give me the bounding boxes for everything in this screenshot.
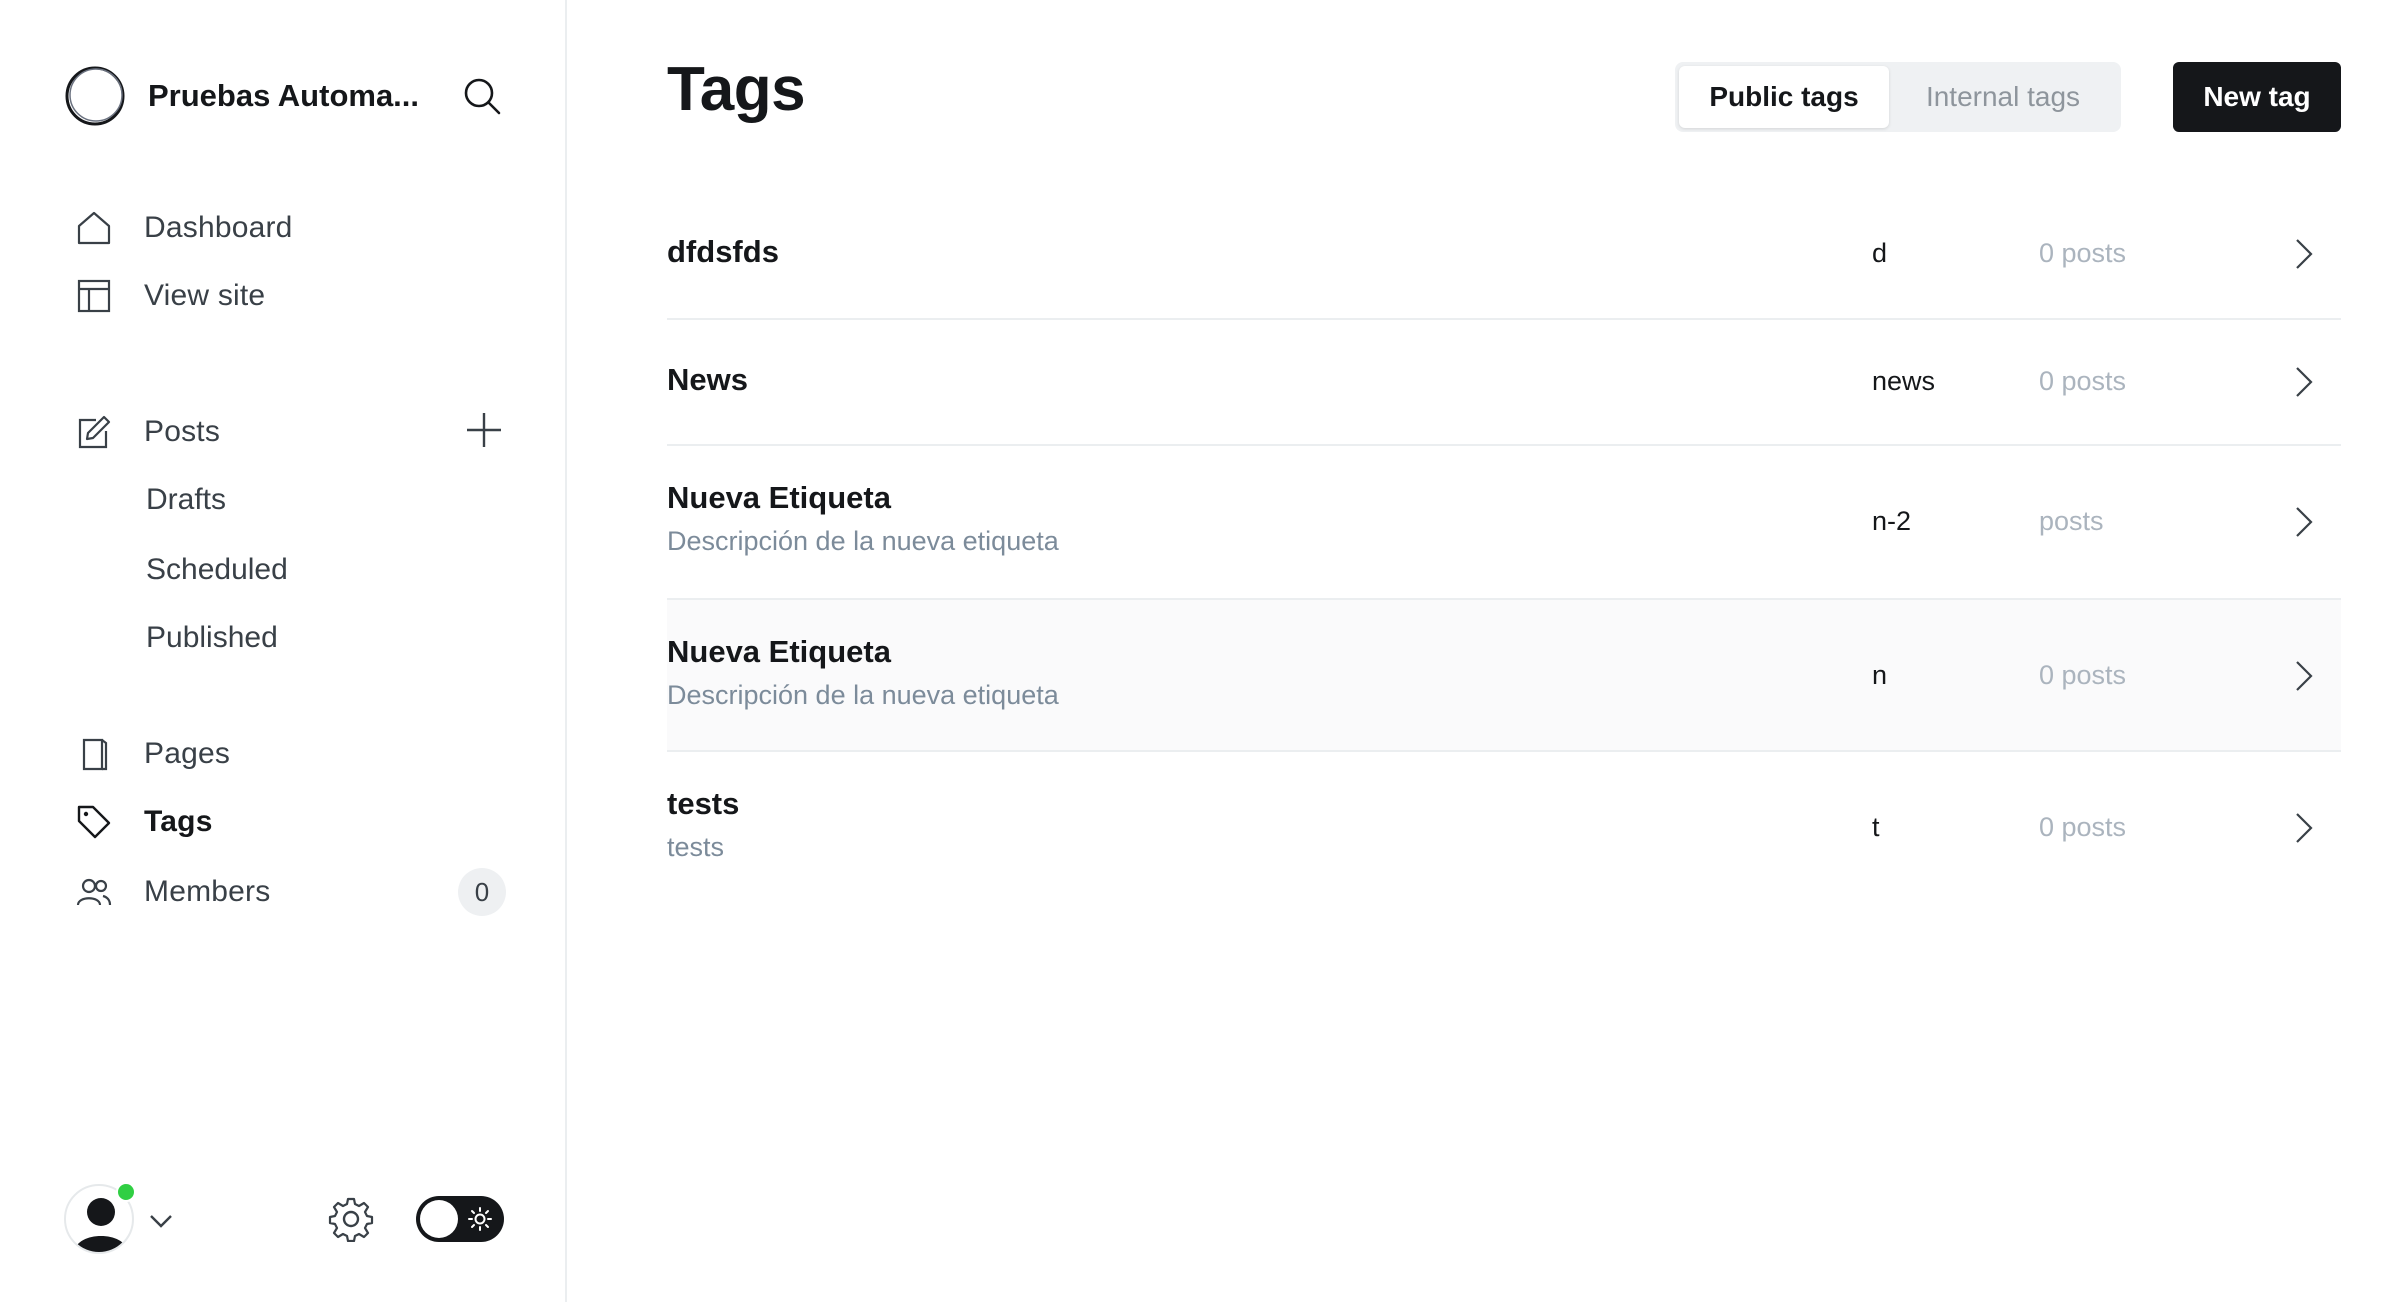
tag-icon xyxy=(76,804,112,840)
nav-pages[interactable]: Pages xyxy=(76,730,230,778)
tag-post-count[interactable]: posts xyxy=(2039,506,2104,537)
home-icon xyxy=(76,210,112,246)
page-icon xyxy=(76,736,112,772)
theme-toggle[interactable] xyxy=(416,1196,504,1242)
edit-icon xyxy=(76,414,112,450)
layout-icon xyxy=(76,278,112,314)
nav-view-site-label: View site xyxy=(144,279,266,312)
tag-row[interactable]: Nueva Etiqueta Descripción de la nueva e… xyxy=(667,600,2341,752)
nav-posts-label: Posts xyxy=(144,415,221,448)
nav-dashboard-label: Dashboard xyxy=(144,211,293,244)
search-icon[interactable] xyxy=(460,74,504,118)
tag-description: tests xyxy=(667,832,725,862)
tag-slug: news xyxy=(1872,366,1936,396)
chevron-right-icon xyxy=(2296,367,2313,397)
nav-tags[interactable]: Tags xyxy=(76,798,213,846)
members-count-badge: 0 xyxy=(458,868,506,916)
tag-list: dfdsfds d 0 posts News news 0 posts Nuev… xyxy=(667,192,2341,904)
tag-post-count[interactable]: 0 posts xyxy=(2039,238,2126,269)
tag-post-count[interactable]: 0 posts xyxy=(2039,660,2126,691)
new-tag-button[interactable]: New tag xyxy=(2173,62,2341,132)
nav-dashboard[interactable]: Dashboard xyxy=(76,204,293,252)
site-logo-icon[interactable] xyxy=(64,65,126,127)
tag-row[interactable]: News news 0 posts xyxy=(667,320,2341,446)
tag-name: tests xyxy=(667,786,740,821)
sidebar: Pruebas Automa... Dashboard View site Po… xyxy=(0,0,567,1302)
tag-row[interactable]: dfdsfds d 0 posts xyxy=(667,192,2341,320)
nav-members[interactable]: Members xyxy=(76,868,270,916)
tag-description: Descripción de la nueva etiqueta xyxy=(667,680,1059,710)
nav-drafts[interactable]: Drafts xyxy=(146,476,226,524)
tag-name: Nueva Etiqueta xyxy=(667,480,891,515)
tag-post-count[interactable]: 0 posts xyxy=(2039,366,2126,397)
tag-slug: d xyxy=(1872,238,1888,268)
main-content: Tags Public tags Internal tags New tag d… xyxy=(567,0,2400,1302)
tag-slug: n-2 xyxy=(1872,506,1912,536)
site-title[interactable]: Pruebas Automa... xyxy=(148,78,428,114)
chevron-right-icon xyxy=(2296,813,2313,843)
chevron-right-icon xyxy=(2296,239,2313,269)
sun-icon xyxy=(468,1207,492,1231)
page-title: Tags xyxy=(667,55,806,124)
tab-public-tags[interactable]: Public tags xyxy=(1679,66,1889,128)
nav-pages-label: Pages xyxy=(144,737,231,770)
nav-published[interactable]: Published xyxy=(146,614,278,662)
app-shell: Pruebas Automa... Dashboard View site Po… xyxy=(0,0,2400,1302)
nav-tags-label: Tags xyxy=(144,805,213,838)
tag-name: dfdsfds xyxy=(667,234,779,269)
tag-name: News xyxy=(667,362,748,397)
gear-icon[interactable] xyxy=(328,1196,374,1242)
tag-row[interactable]: tests tests t 0 posts xyxy=(667,752,2341,904)
nav-posts[interactable]: Posts xyxy=(76,408,220,456)
chevron-down-icon[interactable] xyxy=(146,1206,176,1236)
nav-scheduled[interactable]: Scheduled xyxy=(146,546,288,594)
nav-members-label: Members xyxy=(144,875,271,908)
members-icon xyxy=(76,874,112,910)
tag-post-count[interactable]: 0 posts xyxy=(2039,812,2126,843)
chevron-right-icon xyxy=(2296,661,2313,691)
online-status-dot xyxy=(116,1182,136,1202)
tag-row[interactable]: Nueva Etiqueta Descripción de la nueva e… xyxy=(667,446,2341,600)
tag-description: Descripción de la nueva etiqueta xyxy=(667,526,1059,556)
tag-name: Nueva Etiqueta xyxy=(667,634,891,669)
tab-internal-tags[interactable]: Internal tags xyxy=(1889,66,2117,128)
add-post-icon[interactable] xyxy=(462,408,506,452)
toggle-knob xyxy=(420,1200,458,1238)
site-header: Pruebas Automa... xyxy=(64,64,504,128)
chevron-right-icon xyxy=(2296,507,2313,537)
tag-slug: t xyxy=(1872,812,1880,842)
tag-slug: n xyxy=(1872,660,1888,690)
tag-type-switcher: Public tags Internal tags xyxy=(1675,62,2121,132)
nav-view-site[interactable]: View site xyxy=(76,272,265,320)
